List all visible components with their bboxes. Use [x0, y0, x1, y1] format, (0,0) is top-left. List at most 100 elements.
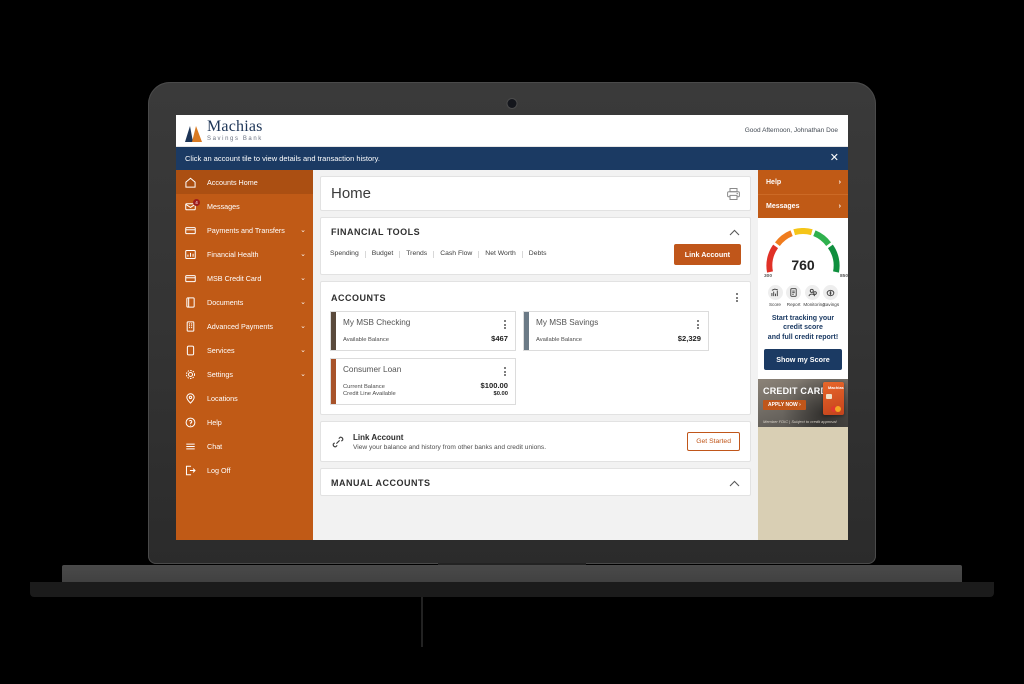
account-menu-icon[interactable] — [695, 318, 701, 331]
sidebar-item-services[interactable]: Services ⌄ — [176, 338, 313, 362]
chevron-down-icon[interactable]: ⌄ — [300, 322, 306, 330]
credit-feature-monitoring[interactable]: Monitoring — [803, 285, 825, 307]
laptop-screen: Machias Savings Bank Good Afternoon, Joh… — [176, 115, 848, 540]
account-tile[interactable]: My MSB Savings Available Balance $2,329 — [523, 311, 709, 351]
credit-feature-savings[interactable]: Savings — [822, 285, 840, 307]
ad-card-brand: Machias — [828, 385, 844, 391]
credit-feature-report[interactable]: Report — [785, 285, 803, 307]
tool-tab-trends[interactable]: Trends — [400, 250, 435, 258]
ad-title: CREDIT CARD — [763, 386, 828, 397]
account-balance-row: Available Balance $467 — [343, 334, 508, 343]
page-title: Home — [331, 185, 372, 202]
link-account-button[interactable]: Link Account — [673, 244, 741, 265]
manual-accounts-card: MANUAL ACCOUNTS — [320, 468, 751, 496]
sidebar-item-documents[interactable]: Documents ⌄ — [176, 290, 313, 314]
account-tile-header: Consumer Loan — [343, 365, 508, 378]
account-name: My MSB Savings — [536, 318, 599, 327]
sidebar-item-label: Chat — [207, 441, 223, 451]
chevron-up-icon[interactable] — [729, 229, 740, 236]
credit-feature-icons: Score Report Monitoring Savings — [766, 285, 840, 307]
sidebar-item-help[interactable]: Help — [176, 410, 313, 434]
account-tile[interactable]: Consumer Loan Current Balance $100.00 Credi… — [330, 358, 516, 405]
chevron-up-icon[interactable] — [729, 480, 740, 487]
credit-promo-line2: and full credit report! — [767, 333, 839, 341]
sidebar-item-label: Messages — [207, 201, 240, 211]
balance-value: $0.00 — [493, 391, 508, 397]
question-circle-icon — [185, 417, 198, 428]
brand-text: Machias Savings Bank — [207, 119, 263, 143]
account-tile-body: My MSB Checking Available Balance $467 — [336, 312, 515, 350]
account-menu-icon[interactable] — [502, 318, 508, 331]
balance-value: $100.00 — [480, 381, 508, 390]
sidebar-item-label: Payments and Transfers — [207, 225, 285, 235]
score-chart-icon — [767, 285, 783, 300]
tool-tab-debts[interactable]: Debts — [523, 250, 547, 258]
tool-tab-spending[interactable]: Spending — [330, 250, 366, 258]
credit-score-widget: 760 300 850 Score Report Monitoring Savings… — [758, 218, 848, 380]
apply-now-button[interactable]: APPLY NOW › — [763, 400, 806, 411]
sidebar-item-chat[interactable]: Chat — [176, 434, 313, 458]
laptop-base — [62, 565, 962, 582]
tool-tab-budget[interactable]: Budget — [366, 250, 401, 258]
chat-lines-icon — [185, 441, 198, 452]
printer-icon[interactable] — [727, 187, 740, 200]
link-account-promo: Link Account View your balance and histo… — [320, 421, 751, 462]
account-menu-icon[interactable] — [502, 365, 508, 378]
link-account-description: View your balance and history from other… — [353, 443, 547, 451]
sidebar-item-locations[interactable]: Locations — [176, 386, 313, 410]
chevron-down-icon[interactable]: ⌄ — [300, 346, 306, 354]
credit-feature-label: Report — [786, 302, 801, 307]
sidebar-item-settings[interactable]: Settings ⌄ — [176, 362, 313, 386]
balance-value: $467 — [491, 334, 508, 343]
laptop-stand-line — [421, 597, 423, 647]
manual-accounts-header[interactable]: MANUAL ACCOUNTS — [321, 469, 750, 495]
account-balance-row: Current Balance $100.00 — [343, 381, 508, 390]
credit-promo-line1: Start tracking your credit score — [771, 315, 835, 332]
financial-tools-header[interactable]: FINANCIAL TOOLS — [321, 218, 750, 244]
credit-feature-label: Monitoring — [803, 302, 825, 307]
tool-tab-net-worth[interactable]: Net Worth — [479, 250, 523, 258]
sidebar-item-label: Settings — [207, 369, 233, 379]
accounts-card: ACCOUNTS My MSB Checking Available Balanc… — [320, 281, 751, 415]
balance-label: Current Balance — [343, 384, 385, 390]
account-name: Consumer Loan — [343, 365, 402, 374]
credit-card-ad-banner[interactable]: CREDIT CARD APPLY NOW › Member FDIC | Su… — [758, 379, 848, 428]
accounts-menu-icon[interactable] — [734, 291, 740, 304]
close-icon[interactable]: ✕ — [830, 153, 839, 164]
chevron-down-icon[interactable]: ⌄ — [300, 298, 306, 306]
chevron-down-icon[interactable]: ⌄ — [300, 250, 306, 258]
get-started-button[interactable]: Get Started — [687, 432, 740, 451]
account-tile-body: My MSB Savings Available Balance $2,329 — [529, 312, 708, 350]
sidebar-item-messages[interactable]: 4 Messages — [176, 194, 313, 218]
right-panel-link-messages[interactable]: Messages › — [758, 194, 848, 218]
app-header: Machias Savings Bank Good Afternoon, Joh… — [176, 115, 848, 147]
screenshot-stage: Machias Savings Bank Good Afternoon, Joh… — [0, 0, 1024, 684]
brand-logo[interactable]: Machias Savings Bank — [185, 119, 263, 142]
sidebar-item-label: Help — [207, 417, 222, 427]
chevron-down-icon[interactable]: ⌄ — [300, 274, 306, 282]
sidebar-item-label: Services — [207, 345, 235, 355]
sidebar-item-label: Documents — [207, 297, 244, 307]
account-balance-row: Credit Line Available $0.00 — [343, 391, 508, 397]
sidebar-item-log-off[interactable]: Log Off — [176, 458, 313, 482]
credit-promo-message: Start tracking your credit score and ful… — [764, 314, 842, 342]
ad-fine-print: Member FDIC | Subject to credit approval — [763, 419, 837, 425]
sidebar-item-payments-and-transfers[interactable]: Payments and Transfers ⌄ — [176, 218, 313, 242]
right-panel-link-help[interactable]: Help › — [758, 170, 848, 194]
tool-tab-cash-flow[interactable]: Cash Flow — [434, 250, 480, 258]
sidebar-item-financial-health[interactable]: Financial Health ⌄ — [176, 242, 313, 266]
chevron-down-icon[interactable]: ⌄ — [300, 370, 306, 378]
credit-feature-score[interactable]: Score — [766, 285, 784, 307]
sidebar-item-accounts-home[interactable]: Accounts Home — [176, 170, 313, 194]
account-tile[interactable]: My MSB Checking Available Balance $467 — [330, 311, 516, 351]
show-my-score-button[interactable]: Show my Score — [764, 349, 842, 371]
chevron-down-icon[interactable]: ⌄ — [300, 226, 306, 234]
sidebar-item-advanced-payments[interactable]: Advanced Payments ⌄ — [176, 314, 313, 338]
sidebar: Accounts Home 4 Messages Payments and Trans… — [176, 170, 313, 540]
credit-card-image: Machias — [823, 382, 844, 416]
sidebar-item-msb-credit-card[interactable]: MSB Credit Card ⌄ — [176, 266, 313, 290]
logout-icon — [185, 465, 198, 476]
building-icon — [185, 320, 198, 332]
account-tile-header: My MSB Checking — [343, 318, 508, 331]
account-tiles: My MSB Checking Available Balance $467 My M… — [321, 311, 750, 414]
